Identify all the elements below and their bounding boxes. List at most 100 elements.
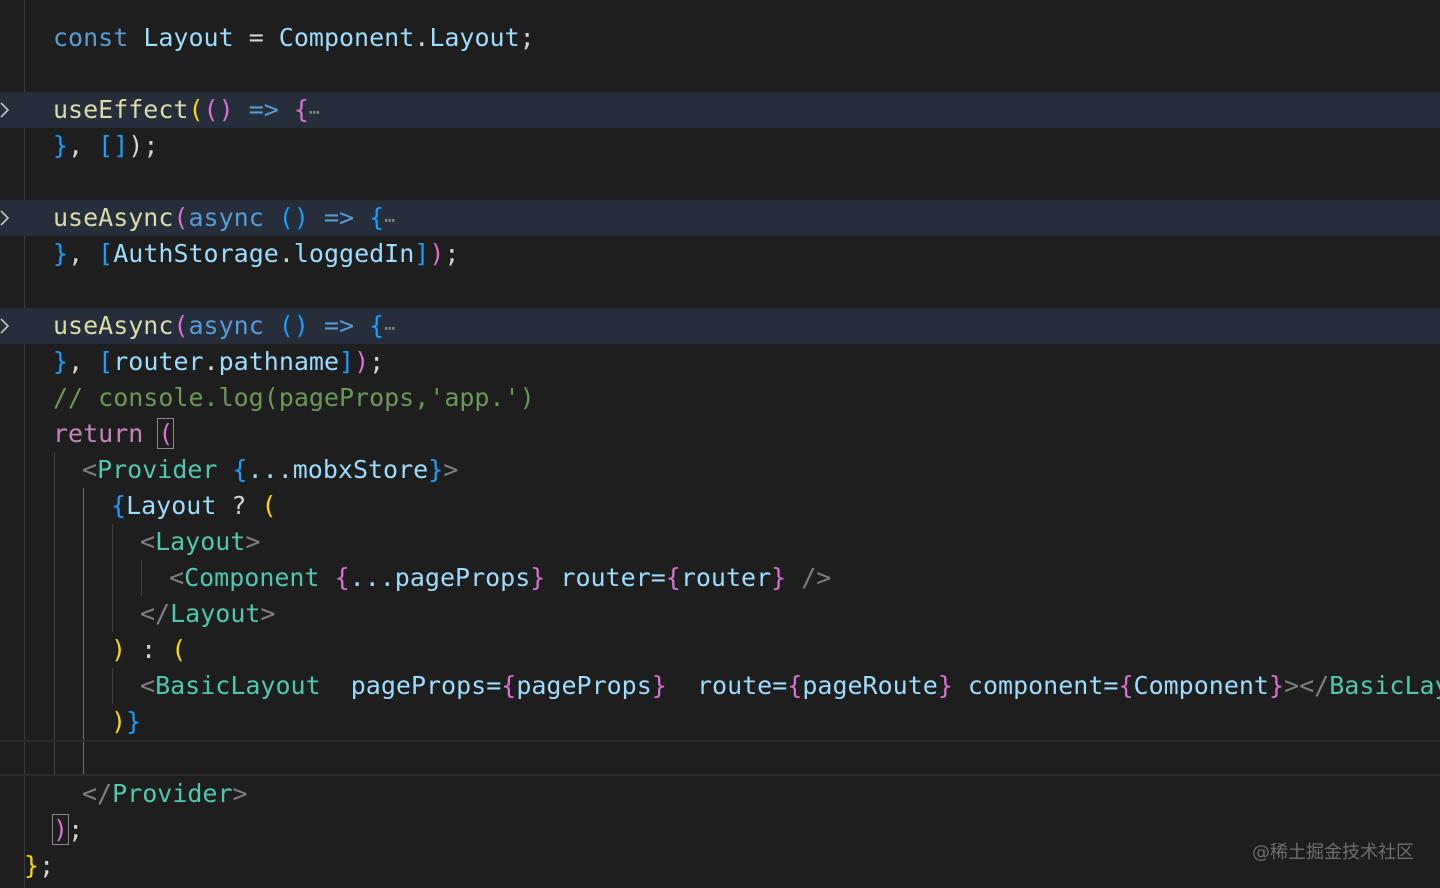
tag-bracket: </: [140, 599, 171, 628]
code-line[interactable]: );: [0, 812, 1440, 848]
bracket: }: [126, 707, 142, 736]
bracket: }: [771, 563, 787, 592]
ellipsis-icon[interactable]: ⋯: [384, 210, 395, 231]
ellipsis-icon[interactable]: ⋯: [309, 102, 320, 123]
jsx-tag: Component: [184, 563, 320, 592]
identifier: Component: [1133, 671, 1269, 700]
bracket: (): [263, 311, 309, 340]
bracket: {: [217, 455, 248, 484]
punctuation: ,: [68, 347, 99, 376]
keyword: const: [53, 23, 129, 52]
ellipsis-icon[interactable]: ⋯: [384, 318, 395, 339]
punctuation: .: [414, 23, 430, 52]
punctuation: ;: [369, 347, 385, 376]
punctuation: ;: [68, 815, 84, 844]
bracket: ]: [339, 347, 355, 376]
code-line[interactable]: const Layout = Component.Layout;: [0, 20, 1440, 56]
code-line[interactable]: };: [0, 848, 1440, 884]
operator: ?: [216, 491, 262, 520]
punctuation: ;: [444, 239, 460, 268]
code-line[interactable]: </Layout>: [0, 596, 1440, 632]
bracket: []: [98, 131, 129, 160]
chevron-right-icon[interactable]: [0, 210, 10, 226]
function-name: useAsync: [53, 203, 174, 232]
tag-bracket: <: [82, 455, 98, 484]
punctuation: ,: [68, 239, 99, 268]
property: Layout: [429, 23, 520, 52]
code-line[interactable]: // console.log(pageProps,'app.'): [0, 380, 1440, 416]
tag-bracket: <: [169, 563, 185, 592]
code-line[interactable]: <BasicLayout pageProps={pageProps} route…: [0, 668, 1440, 704]
code-line[interactable]: <Provider {...mobxStore}>: [0, 452, 1440, 488]
code-line[interactable]: )}: [0, 704, 1440, 740]
bracket: ]: [414, 239, 430, 268]
bracket: }: [651, 671, 667, 700]
code-line[interactable]: ) : (: [0, 632, 1440, 668]
keyword: async: [188, 311, 264, 340]
jsx-attribute: router=: [545, 563, 666, 592]
function-name: useAsync: [53, 311, 174, 340]
jsx-tag: Provider: [112, 779, 233, 808]
bracket: (: [173, 311, 189, 340]
code-editor[interactable]: const Layout = Component.Layout; useEffe…: [0, 0, 1440, 888]
bracket: {: [1118, 671, 1134, 700]
tag-bracket: </: [1299, 671, 1330, 700]
spread-expression: ...mobxStore: [247, 455, 429, 484]
code-line[interactable]: return (: [0, 416, 1440, 452]
jsx-attribute: component=: [952, 671, 1119, 700]
punctuation: ,: [68, 131, 99, 160]
code-line[interactable]: <Layout>: [0, 524, 1440, 560]
identifier: pageProps: [516, 671, 652, 700]
folded-code-line[interactable]: useAsync(async () => {⋯: [0, 308, 1440, 344]
chevron-right-icon[interactable]: [0, 102, 10, 118]
code-line[interactable]: }, [router.pathname]);: [0, 344, 1440, 380]
code-line[interactable]: }, [AuthStorage.loggedIn]);: [0, 236, 1440, 272]
jsx-tag: Layout: [170, 599, 261, 628]
tag-bracket: >: [1284, 671, 1300, 700]
operator: :: [126, 635, 172, 664]
jsx-tag: Provider: [97, 455, 218, 484]
bracket: {: [293, 95, 309, 124]
tag-bracket: <: [140, 527, 156, 556]
current-line[interactable]: [0, 740, 1440, 776]
identifier: Layout: [126, 491, 217, 520]
bracket: ): [111, 707, 127, 736]
tag-bracket: >: [232, 779, 248, 808]
code-line[interactable]: }, []);: [0, 128, 1440, 164]
bracket: (): [203, 95, 234, 124]
bracket: {: [369, 311, 385, 340]
property: pathname: [218, 347, 340, 376]
bracket: {: [501, 671, 517, 700]
identifier: Component: [278, 23, 415, 52]
bracket: {: [665, 563, 681, 592]
bracket: (: [173, 203, 189, 232]
bracket: }: [53, 131, 69, 160]
bracket: }: [24, 851, 40, 880]
watermark: @稀土掘金技术社区: [1252, 842, 1414, 863]
chevron-right-icon[interactable]: [0, 318, 10, 334]
bracket: }: [937, 671, 953, 700]
bracket: }: [53, 347, 69, 376]
property: loggedIn: [293, 239, 415, 268]
bracket: {: [334, 563, 350, 592]
bracket: ): [354, 347, 370, 376]
code-line[interactable]: {Layout ? (: [0, 488, 1440, 524]
tag-bracket: <: [140, 671, 156, 700]
folded-code-line[interactable]: useEffect(() => {⋯: [0, 92, 1440, 128]
matched-bracket: (: [157, 418, 175, 449]
jsx-tag: BasicLayout: [155, 671, 321, 700]
bracket: {: [369, 203, 385, 232]
identifier: AuthStorage: [113, 239, 279, 268]
bracket: }: [530, 563, 546, 592]
code-line[interactable]: <Component {...pageProps} router={router…: [0, 560, 1440, 596]
bracket: {: [787, 671, 803, 700]
folded-code-line[interactable]: useAsync(async () => {⋯: [0, 200, 1440, 236]
operator: =: [233, 23, 279, 52]
identifier: router: [680, 563, 772, 592]
code-line[interactable]: </Provider>: [0, 776, 1440, 812]
punctuation: );: [128, 131, 159, 160]
bracket: ): [111, 635, 127, 664]
bracket: [: [98, 239, 114, 268]
keyword: async: [188, 203, 264, 232]
